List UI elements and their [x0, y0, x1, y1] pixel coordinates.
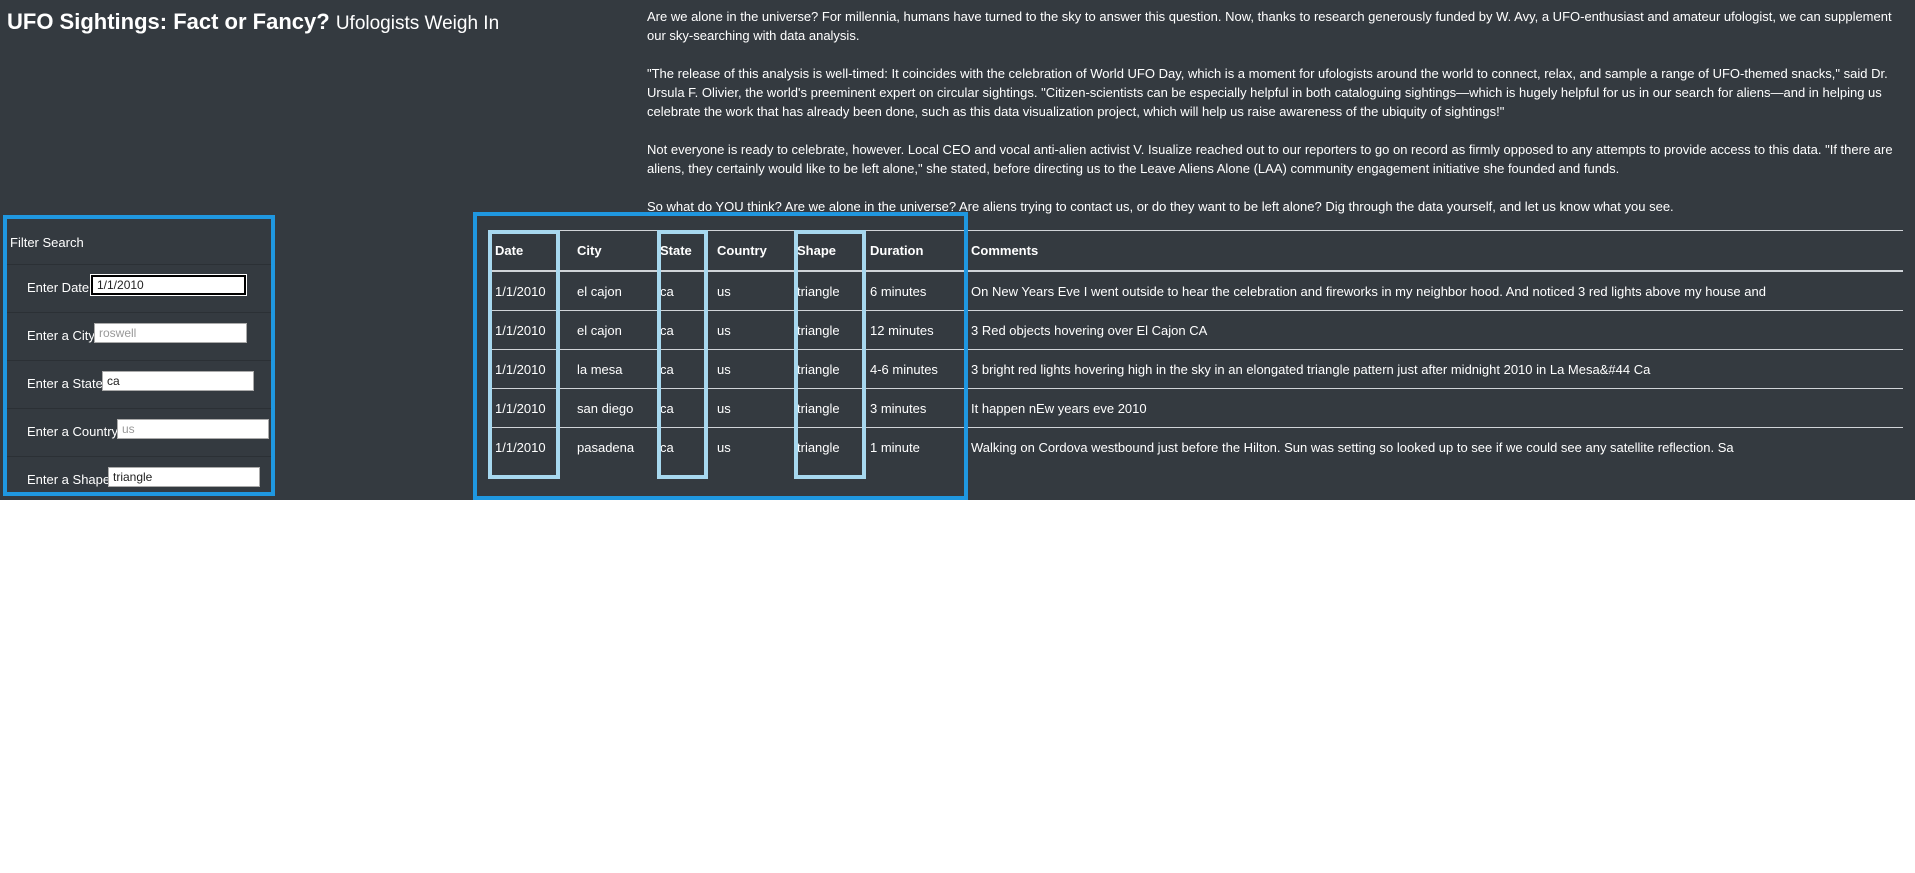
title-main: UFO Sightings: Fact or Fancy? [7, 9, 330, 34]
cell-shape: triangle [797, 439, 840, 455]
cell-state: ca [653, 349, 710, 389]
cell-shape: triangle [790, 271, 863, 311]
filter-row-date: Enter Date [7, 264, 271, 313]
table-row: 1/1/2010 la mesa ca us triangle 4-6 minu… [488, 349, 1903, 389]
city-label: Enter a City [27, 328, 95, 343]
header-state: State [653, 230, 710, 272]
cell-city: san diego [570, 388, 653, 428]
table-row: 1/1/2010 el cajon ca us triangle 6 minut… [488, 271, 1903, 311]
cell-date: 1/1/2010 [488, 388, 570, 428]
cell-duration: 3 minutes [863, 388, 964, 428]
state-input[interactable] [102, 371, 254, 391]
cell-comments: 3 bright red lights hovering high in the… [964, 349, 1903, 389]
header-duration: Duration [863, 230, 964, 272]
date-input[interactable] [90, 274, 247, 296]
cell-city: el cajon [570, 310, 653, 350]
cell-country: us [710, 310, 790, 350]
cell-comments: It happen nEw years eve 2010 [964, 388, 1903, 428]
results-table-container: Date City State Country Shape Duration C… [488, 230, 1903, 466]
country-input[interactable] [117, 419, 269, 439]
filter-row-country: Enter a Country [7, 408, 271, 457]
page-title: UFO Sightings: Fact or Fancy? Ufologists… [7, 9, 499, 35]
cell-date: 1/1/2010 [488, 349, 570, 389]
results-table: Date City State Country Shape Duration C… [488, 230, 1903, 466]
filter-row-city: Enter a City [7, 312, 271, 361]
article-paragraph: Are we alone in the universe? For millen… [647, 9, 1892, 43]
header-city: City [570, 230, 653, 272]
filter-heading: Filter Search [10, 235, 84, 250]
table-row: 1/1/2010 pasadena ca us triangle 1 minut… [488, 428, 1903, 467]
cell-state: ca [660, 439, 674, 455]
cell-duration: 6 minutes [863, 271, 964, 311]
filter-row-state: Enter a State [7, 360, 271, 409]
cell-duration: 4-6 minutes [863, 349, 964, 389]
cell-city: pasadena [577, 439, 635, 455]
filter-panel: Filter Search Enter Date Enter a City En… [3, 215, 275, 496]
article: Are we alone in the universe? For millen… [647, 7, 1903, 235]
title-subtitle: Ufologists Weigh In [335, 13, 500, 34]
cell-comments: Walking on Cordova westbound just before… [971, 439, 1734, 455]
header-comments: Comments [964, 230, 1903, 272]
table-row: 1/1/2010 san diego ca us triangle 3 minu… [488, 388, 1903, 428]
cell-city: la mesa [570, 349, 653, 389]
header-date: Date [488, 230, 570, 272]
shape-input[interactable] [108, 467, 260, 487]
cell-country: us [717, 439, 731, 455]
cell-shape: triangle [790, 349, 863, 389]
cell-country: us [710, 349, 790, 389]
cell-shape: triangle [790, 388, 863, 428]
table-row: 1/1/2010 el cajon ca us triangle 12 minu… [488, 310, 1903, 350]
cell-state: ca [653, 388, 710, 428]
cell-duration: 1 minute [870, 439, 920, 455]
header-country: Country [710, 230, 790, 272]
cell-date: 1/1/2010 [488, 271, 570, 311]
table-header-row: Date City State Country Shape Duration C… [488, 230, 1903, 272]
cell-country: us [710, 388, 790, 428]
article-paragraph: So what do YOU think? Are we alone in th… [647, 199, 1674, 214]
cell-country: us [710, 271, 790, 311]
article-paragraph: Not everyone is ready to celebrate, howe… [647, 142, 1893, 176]
article-paragraph: "The release of this analysis is well-ti… [647, 66, 1888, 119]
cell-state: ca [653, 271, 710, 311]
cell-state: ca [653, 310, 710, 350]
filter-row-shape: Enter a Shape [7, 456, 271, 505]
country-label: Enter a Country [27, 424, 119, 439]
shape-label: Enter a Shape [27, 472, 111, 487]
state-label: Enter a State [27, 376, 103, 391]
cell-comments: 3 Red objects hovering over El Cajon CA [964, 310, 1903, 350]
date-label: Enter Date [27, 280, 90, 295]
cell-duration: 12 minutes [863, 310, 964, 350]
cell-date: 1/1/2010 [495, 439, 546, 455]
cell-date: 1/1/2010 [488, 310, 570, 350]
header-shape: Shape [790, 230, 863, 272]
city-input[interactable] [94, 323, 247, 343]
cell-comments: On New Years Eve I went outside to hear … [964, 271, 1903, 311]
cell-city: el cajon [570, 271, 653, 311]
cell-shape: triangle [790, 310, 863, 350]
